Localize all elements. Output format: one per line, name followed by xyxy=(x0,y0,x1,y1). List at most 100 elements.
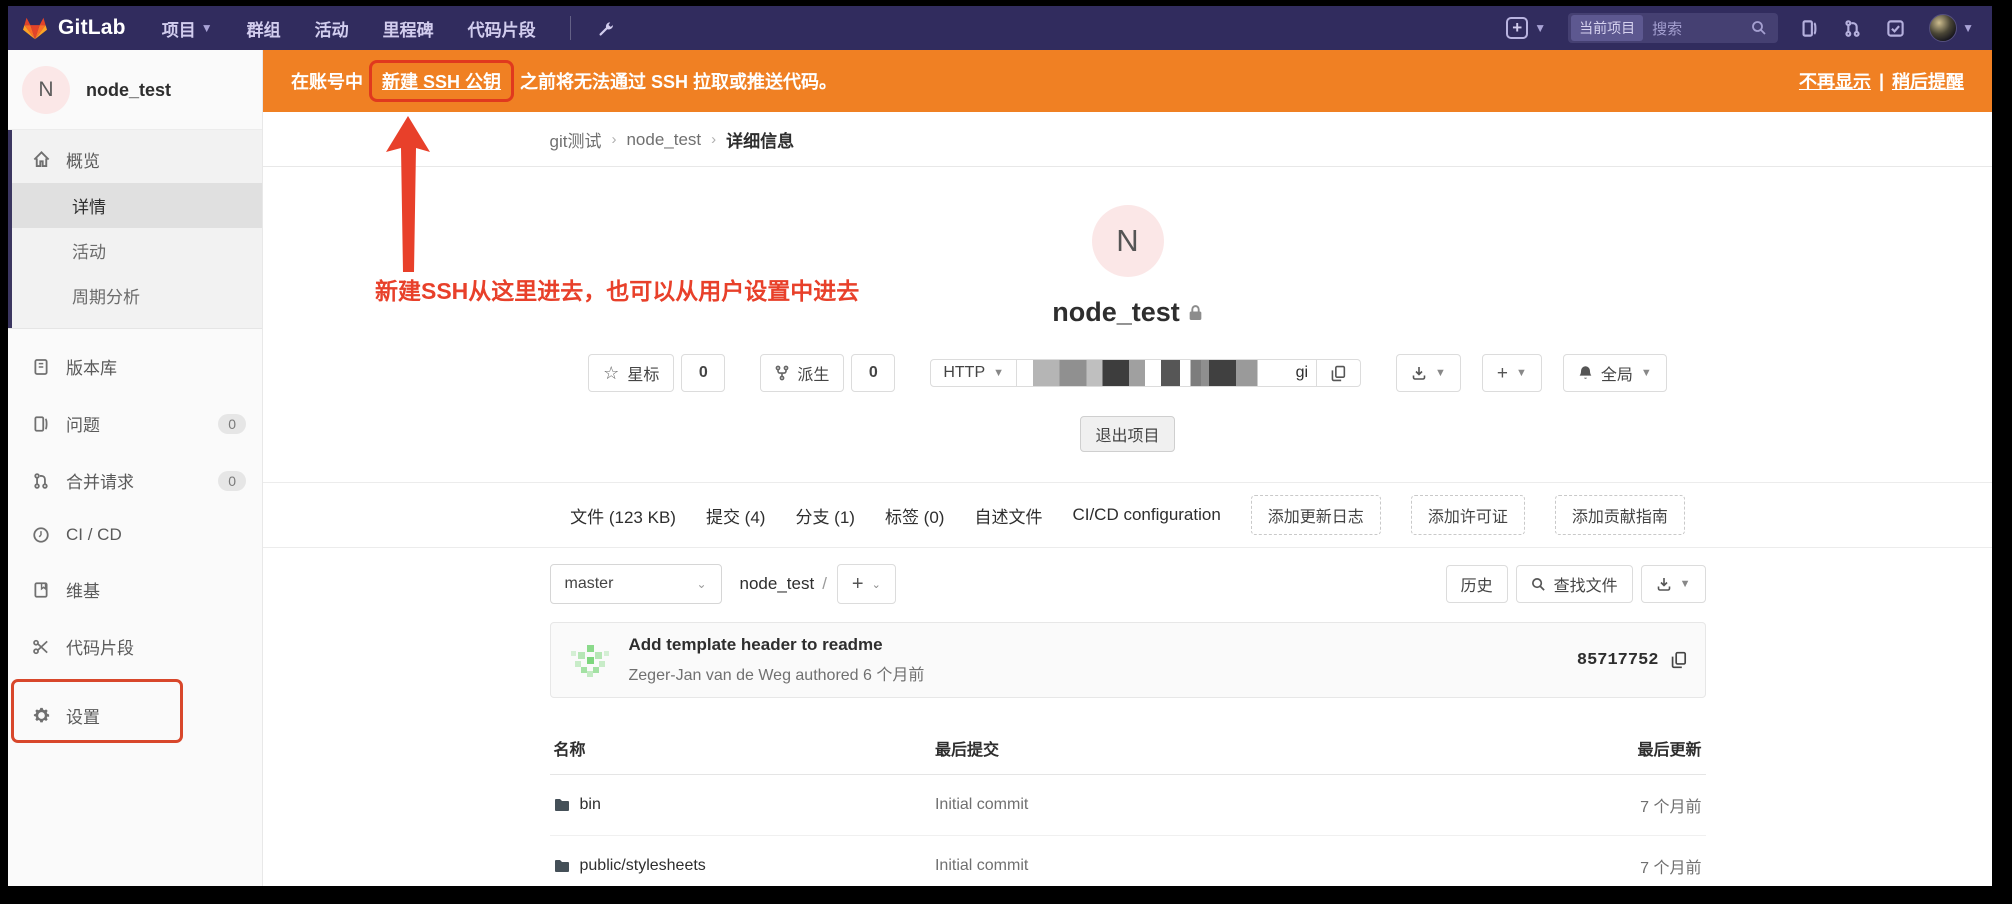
sidebar-item-cycle-analytics[interactable]: 周期分析 xyxy=(8,273,262,318)
search-scope-chip: 当前项目 xyxy=(1571,15,1644,41)
fork-button[interactable]: 派生 xyxy=(760,354,845,392)
commit-sha: 85717752 xyxy=(1576,650,1659,670)
last-updated: 7 个月前 xyxy=(1640,860,1702,877)
stat-cicd-config[interactable]: CI/CD configuration xyxy=(1072,505,1220,525)
file-link: public/stylesheets xyxy=(554,857,927,875)
sidebar-project-name: node_test xyxy=(86,79,172,100)
path-root[interactable]: node_test xyxy=(740,574,815,594)
add-license-button[interactable]: 添加许可证 xyxy=(1410,495,1525,535)
notification-dropdown[interactable]: 全局 ▼ xyxy=(1562,354,1667,392)
copy-url-button[interactable] xyxy=(1317,359,1362,387)
gear-icon xyxy=(30,706,52,725)
commit-author-identicon xyxy=(567,637,613,683)
project-stats-bar: 文件 (123 KB) 提交 (4) 分支 (1) 标签 (0) 自述文件 CI… xyxy=(263,482,1992,548)
sidebar-item-wiki[interactable]: 维基 xyxy=(8,566,262,613)
breadcrumb-bar: git测试 › node_test › 详细信息 xyxy=(263,112,1992,167)
project-avatar-small: N xyxy=(22,66,70,114)
top-navbar: GitLab 项目 ▼ 群组 活动 里程碑 代码片段 + ▼ 当前项目 搜索 ▼ xyxy=(8,6,1992,50)
merge-request-icon xyxy=(30,472,52,490)
sidebar-item-merge-requests[interactable]: 合并请求 0 xyxy=(8,457,262,504)
sidebar-item-details[interactable]: 详情 xyxy=(8,183,262,228)
bell-icon xyxy=(1578,365,1593,382)
new-dropdown[interactable]: + ▼ xyxy=(1506,17,1546,39)
table-header-row: 名称 最后提交 最后更新 xyxy=(549,722,1706,775)
column-header-name: 名称 xyxy=(549,722,931,775)
gitlab-logo[interactable]: GitLab xyxy=(22,16,126,40)
sidebar-item-overview[interactable]: 概览 xyxy=(8,136,262,183)
admin-wrench-icon[interactable] xyxy=(597,19,616,38)
chevron-down-icon: ▼ xyxy=(200,21,213,35)
breadcrumb-group[interactable]: git测试 xyxy=(550,127,602,152)
last-updated: 7 个月前 xyxy=(1640,799,1702,816)
sidebar-item-activity[interactable]: 活动 xyxy=(8,228,262,273)
commit-message-link: Initial commit xyxy=(934,857,1029,874)
pipeline-gauge-icon xyxy=(30,526,52,544)
stat-files[interactable]: 文件 (123 KB) xyxy=(570,503,676,528)
folder-icon xyxy=(554,859,570,873)
issues-icon[interactable] xyxy=(1800,19,1819,38)
stat-tags[interactable]: 标签 (0) xyxy=(885,503,945,528)
fork-count[interactable]: 0 xyxy=(851,354,896,392)
search-input[interactable]: 当前项目 搜索 xyxy=(1568,13,1779,43)
star-button[interactable]: ☆ 星标 xyxy=(588,354,675,392)
redacted-url xyxy=(1025,360,1292,386)
chevron-down-icon: ▼ xyxy=(1435,367,1446,379)
stat-readme[interactable]: 自述文件 xyxy=(974,503,1042,528)
commit-author-line: Zeger-Jan van de Weg authored 6 个月前 xyxy=(628,667,925,684)
clone-protocol-dropdown[interactable]: HTTP ▼ xyxy=(930,359,1018,387)
new-file-dropdown[interactable]: + ⌄ xyxy=(836,564,896,604)
table-row[interactable]: public/stylesheets Initial commit 7 个月前 xyxy=(549,835,1706,886)
add-changelog-button[interactable]: 添加更新日志 xyxy=(1250,495,1381,535)
home-icon xyxy=(30,150,52,169)
nav-item-groups[interactable]: 群组 xyxy=(247,16,281,41)
stat-commits[interactable]: 提交 (4) xyxy=(706,503,766,528)
sidebar-item-snippets[interactable]: 代码片段 xyxy=(8,623,262,670)
merge-request-icon[interactable] xyxy=(1843,19,1862,38)
commit-title-link[interactable]: Add template header to readme xyxy=(629,635,925,655)
project-avatar: N xyxy=(1091,205,1164,277)
sidebar-item-settings[interactable]: 设置 xyxy=(8,692,262,739)
nav-item-activity[interactable]: 活动 xyxy=(315,16,349,41)
download-source-button[interactable]: ▼ xyxy=(1396,354,1461,392)
issues-count-badge: 0 xyxy=(218,413,246,434)
main-content: 新建SSH从这里进去，也可以从用户设置中进去 git测试 › node_test… xyxy=(263,112,1992,886)
plus-icon: + xyxy=(1506,17,1529,39)
copy-sha-button[interactable] xyxy=(1669,649,1689,671)
table-row[interactable]: bin Initial commit 7 个月前 xyxy=(549,774,1706,836)
nav-item-milestones[interactable]: 里程碑 xyxy=(383,16,434,41)
star-count[interactable]: 0 xyxy=(681,354,726,392)
column-header-last-update: 最后更新 xyxy=(1451,722,1706,775)
star-icon: ☆ xyxy=(603,362,620,383)
clone-url-field[interactable]: gi xyxy=(1017,359,1318,387)
stat-branches[interactable]: 分支 (1) xyxy=(795,503,855,528)
chevron-down-icon: ▼ xyxy=(1679,578,1691,590)
wiki-book-icon xyxy=(30,581,52,599)
user-menu[interactable]: ▼ xyxy=(1929,14,1974,42)
sidebar-project-header[interactable]: N node_test xyxy=(8,50,262,130)
nav-item-projects[interactable]: 项目 ▼ xyxy=(162,16,213,41)
sidebar-item-repository[interactable]: 版本库 xyxy=(8,343,262,390)
breadcrumb-project[interactable]: node_test xyxy=(626,130,701,150)
add-contribution-guide-button[interactable]: 添加贡献指南 xyxy=(1554,495,1685,535)
find-file-button[interactable]: 查找文件 xyxy=(1515,565,1633,603)
ssh-warning-banner: 在账号中 新建 SSH 公钥 之前将无法通过 SSH 拉取或推送代码。 不再显示… xyxy=(263,50,1992,112)
history-button[interactable]: 历史 xyxy=(1445,565,1508,603)
brand-name: GitLab xyxy=(58,16,126,39)
fork-icon xyxy=(775,365,789,381)
download-tree-button[interactable]: ▼ xyxy=(1640,565,1706,603)
sidebar-item-issues[interactable]: 问题 0 xyxy=(8,400,262,447)
mr-count-badge: 0 xyxy=(218,470,246,491)
banner-separator: | xyxy=(1878,70,1884,91)
branch-selector[interactable]: master ⌄ xyxy=(549,564,722,604)
nav-item-snippets[interactable]: 代码片段 xyxy=(468,16,536,41)
todo-icon[interactable] xyxy=(1886,19,1905,38)
plus-icon: + xyxy=(1496,362,1509,384)
chevron-down-icon: ▼ xyxy=(1640,367,1652,379)
add-file-dropdown[interactable]: + ▼ xyxy=(1481,354,1542,392)
remind-later-link[interactable]: 稍后提醒 xyxy=(1892,68,1964,94)
screenshot-frame: GitLab 项目 ▼ 群组 活动 里程碑 代码片段 + ▼ 当前项目 搜索 ▼… xyxy=(0,0,2012,904)
dont-show-again-link[interactable]: 不再显示 xyxy=(1799,68,1871,94)
new-ssh-key-link[interactable]: 新建 SSH 公钥 xyxy=(382,72,501,92)
sidebar-item-cicd[interactable]: CI / CD xyxy=(8,514,262,556)
leave-project-button[interactable]: 退出项目 xyxy=(1080,416,1175,452)
